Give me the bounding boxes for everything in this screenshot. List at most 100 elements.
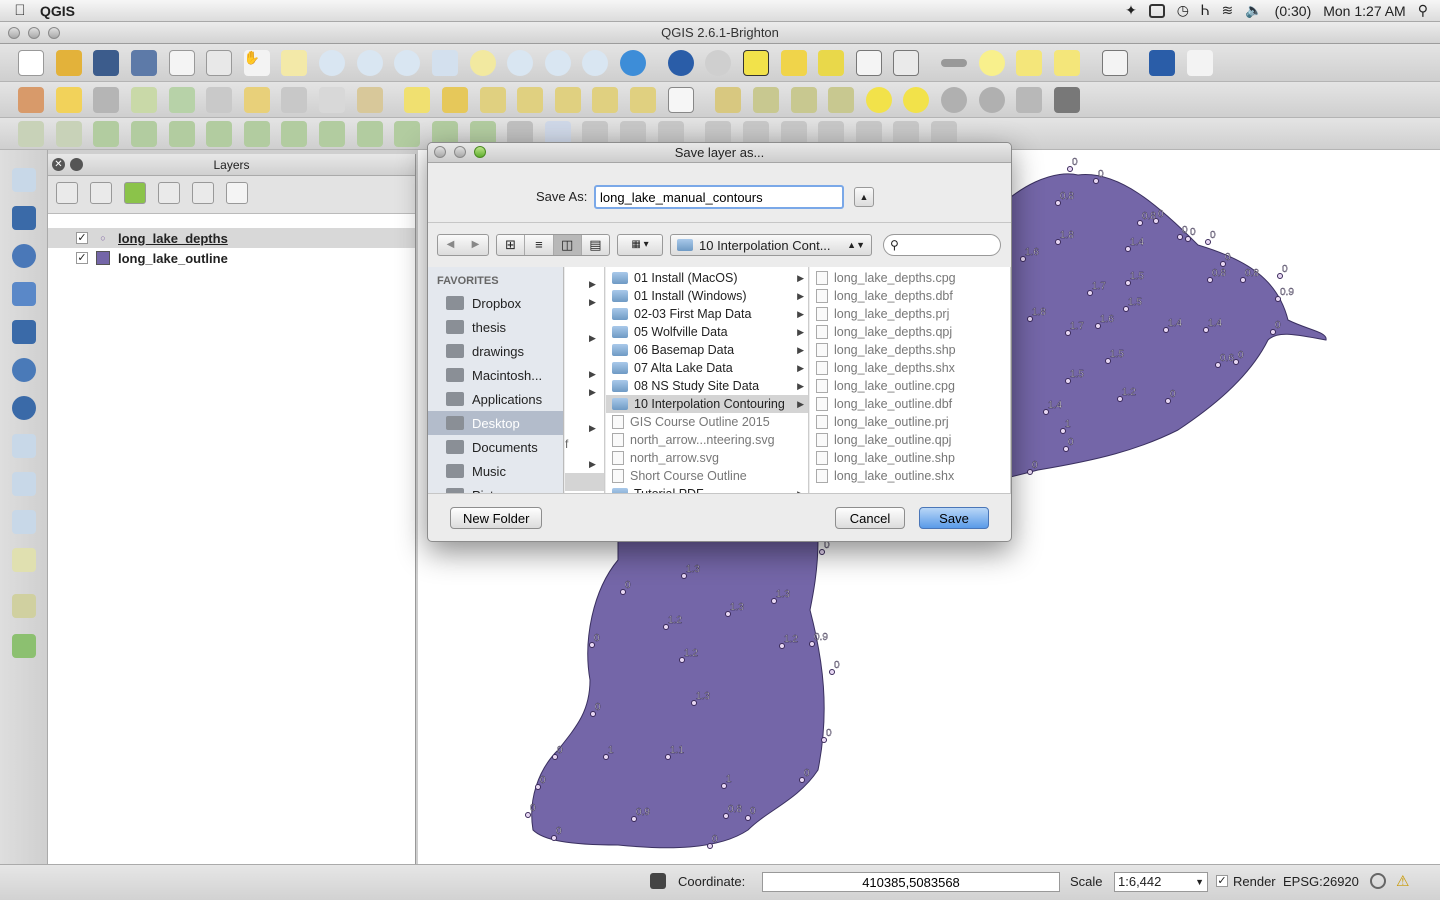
battery-status[interactable]: (0:30) — [1275, 3, 1312, 19]
node-tool-icon[interactable] — [206, 87, 233, 113]
add-wms-layer-icon[interactable] — [12, 358, 36, 382]
arrange-menu-icon[interactable]: ▦ ▾ — [617, 234, 663, 256]
add-star-icon[interactable] — [903, 87, 930, 113]
zoom-to-selection-icon[interactable] — [469, 50, 496, 76]
new-folder-button[interactable]: New Folder — [450, 507, 543, 529]
zoom-in-icon[interactable] — [319, 50, 345, 76]
folder-file-item[interactable]: long_lake_depths.cpg — [810, 269, 1010, 287]
desktop-item[interactable]: 06 Basemap Data ▶ — [606, 341, 808, 359]
add-ring-icon[interactable] — [130, 121, 157, 147]
back-icon[interactable]: ◀ — [447, 235, 455, 255]
select-by-expression-icon[interactable] — [818, 50, 845, 76]
save-edits-icon[interactable] — [93, 87, 120, 113]
add-group-icon[interactable] — [56, 182, 78, 204]
fill-ring-icon[interactable] — [206, 121, 233, 147]
search-field[interactable]: ⚲ — [883, 234, 1001, 256]
desktop-item[interactable]: north_arrow...nteering.svg — [606, 431, 808, 449]
map-tips-icon[interactable] — [978, 50, 1005, 76]
digitize-icon[interactable] — [12, 594, 36, 618]
add-vector-layer-icon[interactable] — [12, 168, 36, 192]
volume-icon[interactable]: 🔈 — [1245, 2, 1262, 19]
icon-view-icon[interactable]: ⊞ — [497, 235, 524, 255]
scale-combobox[interactable]: 1:6,442 ▼ — [1114, 872, 1208, 892]
add-spatialite-layer-icon[interactable] — [12, 282, 36, 306]
add-wfs-layer-icon[interactable] — [12, 434, 36, 458]
help-icon[interactable] — [1149, 50, 1176, 76]
filter-legend-icon[interactable] — [124, 182, 146, 204]
favorite-item[interactable]: Music — [428, 459, 563, 483]
new-spatialite-icon[interactable] — [12, 548, 36, 572]
raster-histogram-icon[interactable] — [715, 87, 742, 113]
label-highlight-icon[interactable] — [479, 87, 506, 113]
favorite-item[interactable]: thesis — [428, 315, 563, 339]
desktop-item[interactable]: 02-03 First Map Data ▶ — [606, 305, 808, 323]
folder-file-item[interactable]: long_lake_outline.shp — [810, 449, 1010, 467]
desktop-item[interactable]: 05 Wolfville Data ▶ — [606, 323, 808, 341]
new-shapefile-icon[interactable] — [12, 510, 36, 534]
float-panel-icon[interactable] — [70, 158, 83, 171]
layer-item-long-lake-outline[interactable]: ✓ long_lake_outline — [48, 248, 415, 268]
show-bookmarks-icon[interactable] — [1053, 50, 1080, 76]
whats-this-icon[interactable] — [1186, 50, 1213, 76]
expand-dialog-button[interactable]: ▲ — [854, 187, 874, 207]
paste-features-icon[interactable] — [356, 87, 383, 113]
render-checkbox[interactable]: ✓ — [1216, 875, 1228, 887]
cut-features-icon[interactable] — [281, 87, 308, 113]
desktop-item[interactable]: 01 Install (Windows) ▶ — [606, 287, 808, 305]
folder-file-item[interactable]: long_lake_outline.dbf — [810, 395, 1010, 413]
delete-selected-icon[interactable] — [243, 87, 270, 113]
raster-increase-brightness-icon[interactable] — [828, 87, 855, 113]
label-icon[interactable] — [404, 87, 431, 113]
redo-icon[interactable] — [55, 121, 82, 147]
add-point-icon[interactable] — [865, 87, 892, 113]
plugin-a-icon[interactable] — [941, 87, 967, 113]
zoom-last-icon[interactable] — [544, 50, 571, 76]
delete-part-icon[interactable] — [281, 121, 308, 147]
dialog-close-button[interactable] — [434, 146, 446, 158]
favorite-item[interactable]: Macintosh... — [428, 363, 563, 387]
dialog-zoom-button[interactable] — [474, 146, 486, 158]
label-show-hide-icon[interactable] — [517, 87, 544, 113]
dialog-minimize-button[interactable] — [454, 146, 466, 158]
csw-icon[interactable] — [667, 87, 694, 113]
label-move-icon[interactable] — [554, 87, 581, 113]
desktop-item[interactable]: 07 Alta Lake Data ▶ — [606, 359, 808, 377]
plugin-b-icon[interactable] — [978, 87, 1005, 113]
add-delimited-text-icon[interactable] — [12, 472, 36, 496]
app-menu-name[interactable]: QGIS — [40, 3, 75, 19]
folder-file-item[interactable]: long_lake_depths.dbf — [810, 287, 1010, 305]
search-input[interactable] — [902, 238, 993, 252]
dropbox-icon[interactable]: ✦ — [1125, 2, 1137, 19]
desktop-item[interactable]: Short Course Outline — [606, 467, 808, 485]
back-forward-buttons[interactable]: ◀ ▶ — [437, 234, 489, 256]
manage-visibility-icon[interactable] — [90, 182, 112, 204]
display-icon[interactable] — [1148, 3, 1165, 18]
close-window-button[interactable] — [8, 27, 20, 39]
label-pin-icon[interactable] — [441, 87, 468, 113]
add-raster-layer-icon[interactable] — [12, 206, 36, 230]
deselect-icon[interactable] — [780, 50, 807, 76]
column-view-icon[interactable]: ◫ — [552, 235, 581, 255]
coverflow-view-icon[interactable]: ▤ — [580, 235, 609, 255]
folder-file-item[interactable]: long_lake_outline.cpg — [810, 377, 1010, 395]
time-machine-icon[interactable]: ◷ — [1177, 2, 1189, 19]
favorite-item[interactable]: Desktop — [428, 411, 563, 435]
desktop-item[interactable]: 01 Install (MacOS) ▶ — [606, 269, 808, 287]
new-bookmark-icon[interactable] — [1016, 50, 1043, 76]
add-part-icon[interactable] — [168, 121, 195, 147]
raster-stretch-icon[interactable] — [752, 87, 779, 113]
crs-button[interactable]: EPSG:26920 — [1283, 874, 1359, 889]
forward-icon[interactable]: ▶ — [472, 235, 480, 255]
grid-icon[interactable] — [1016, 87, 1043, 113]
coordinate-field[interactable] — [762, 872, 1060, 892]
simplify-feature-icon[interactable] — [93, 121, 120, 147]
refresh-layer-icon[interactable] — [12, 634, 36, 658]
bluetooth-icon[interactable]: Ꮒ — [1201, 2, 1209, 19]
field-calculator-icon[interactable] — [893, 50, 920, 76]
wifi-icon[interactable]: ≋ — [1221, 2, 1233, 19]
identify-icon[interactable] — [667, 50, 694, 76]
add-mssql-layer-icon[interactable] — [12, 320, 36, 344]
save-as-icon[interactable] — [130, 50, 157, 76]
new-print-composer-icon[interactable] — [168, 50, 195, 76]
refresh-icon[interactable] — [620, 50, 646, 76]
